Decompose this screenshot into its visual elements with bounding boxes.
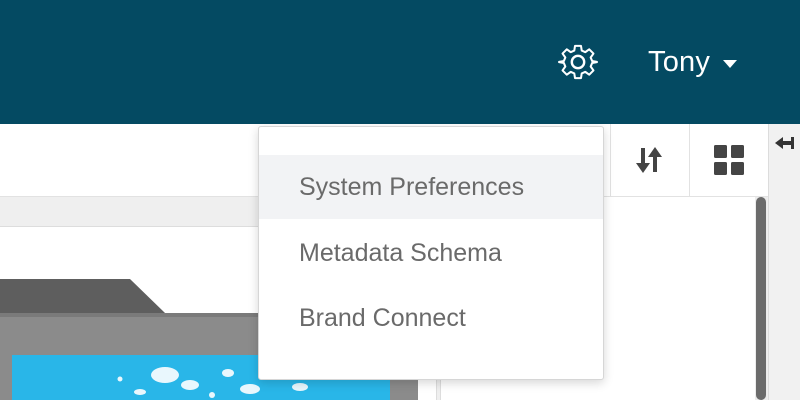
top-header: Tony — [0, 0, 800, 124]
menu-item-label: Metadata Schema — [299, 238, 502, 267]
settings-button[interactable] — [555, 39, 601, 85]
user-menu-toggle[interactable]: Tony — [648, 40, 738, 84]
scrollbar[interactable] — [755, 197, 767, 400]
scrollbar-thumb[interactable] — [756, 197, 766, 400]
grid-view-button[interactable] — [689, 124, 769, 196]
side-panel-strip — [768, 124, 800, 400]
menu-item-system-preferences[interactable]: System Preferences — [259, 155, 603, 219]
sort-arrows-icon — [636, 147, 662, 173]
app-page: Tony System Preferences Metadata Schema … — [0, 0, 800, 400]
collapse-panel-button[interactable] — [774, 134, 796, 152]
caret-down-icon — [723, 59, 738, 68]
collapse-panel-icon — [775, 137, 794, 149]
menu-item-label: Brand Connect — [299, 303, 466, 332]
sort-button[interactable] — [610, 124, 689, 196]
gear-icon — [558, 44, 598, 80]
menu-item-label: System Preferences — [299, 172, 525, 201]
menu-item-metadata-schema[interactable]: Metadata Schema — [259, 221, 603, 285]
menu-item-brand-connect[interactable]: Brand Connect — [259, 286, 603, 350]
grid-view-icon — [714, 145, 744, 175]
user-dropdown-menu: System Preferences Metadata Schema Brand… — [258, 126, 604, 380]
user-name: Tony — [648, 45, 711, 78]
